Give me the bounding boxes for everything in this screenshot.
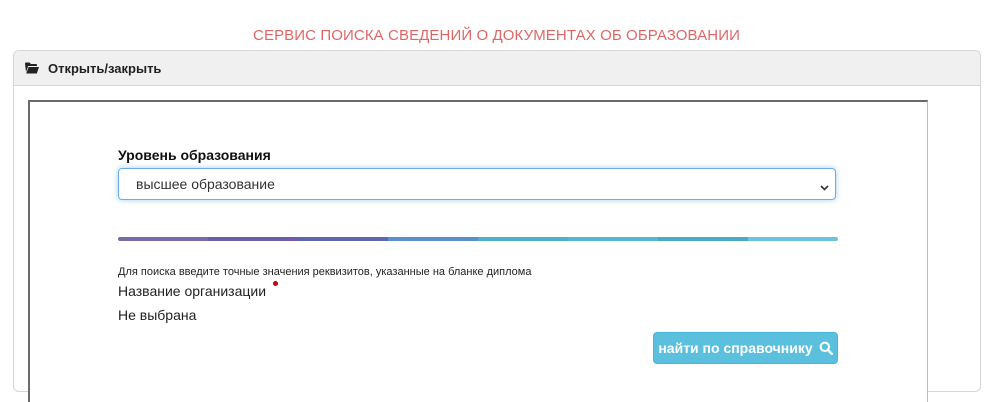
search-directory-button-label: найти по справочнику [658,340,813,356]
search-directory-button[interactable]: найти по справочнику [653,332,838,364]
search-hint: Для поиска введите точные значения рекви… [118,266,532,278]
organization-value: Не выбрана [118,307,197,323]
progress-bar [118,237,838,241]
page-title: СЕРВИС ПОИСКА СВЕДЕНИЙ О ДОКУМЕНТАХ ОБ О… [253,27,740,44]
education-level-label: Уровень образования [118,147,271,163]
required-indicator [273,281,278,286]
progress-segment [568,237,658,241]
search-form: Уровень образования высшее образование Д… [28,100,928,402]
panel-toggle-label: Открыть/закрыть [48,60,162,76]
search-icon [819,341,833,355]
progress-segment [388,237,478,241]
folder-open-icon [25,62,39,74]
progress-segment [208,237,298,241]
organization-label: Название организации [118,283,267,299]
progress-segment [658,237,748,241]
education-level-select[interactable]: высшее образование [118,168,836,200]
chevron-down-icon [820,179,829,191]
progress-segment [298,237,388,241]
education-level-value: высшее образование [136,176,275,192]
progress-segment [478,237,568,241]
panel-toggle[interactable]: Открыть/закрыть [14,51,980,86]
progress-segment [118,237,208,241]
progress-segment [748,237,838,241]
search-panel: Открыть/закрыть Уровень образования высш… [13,50,981,402]
